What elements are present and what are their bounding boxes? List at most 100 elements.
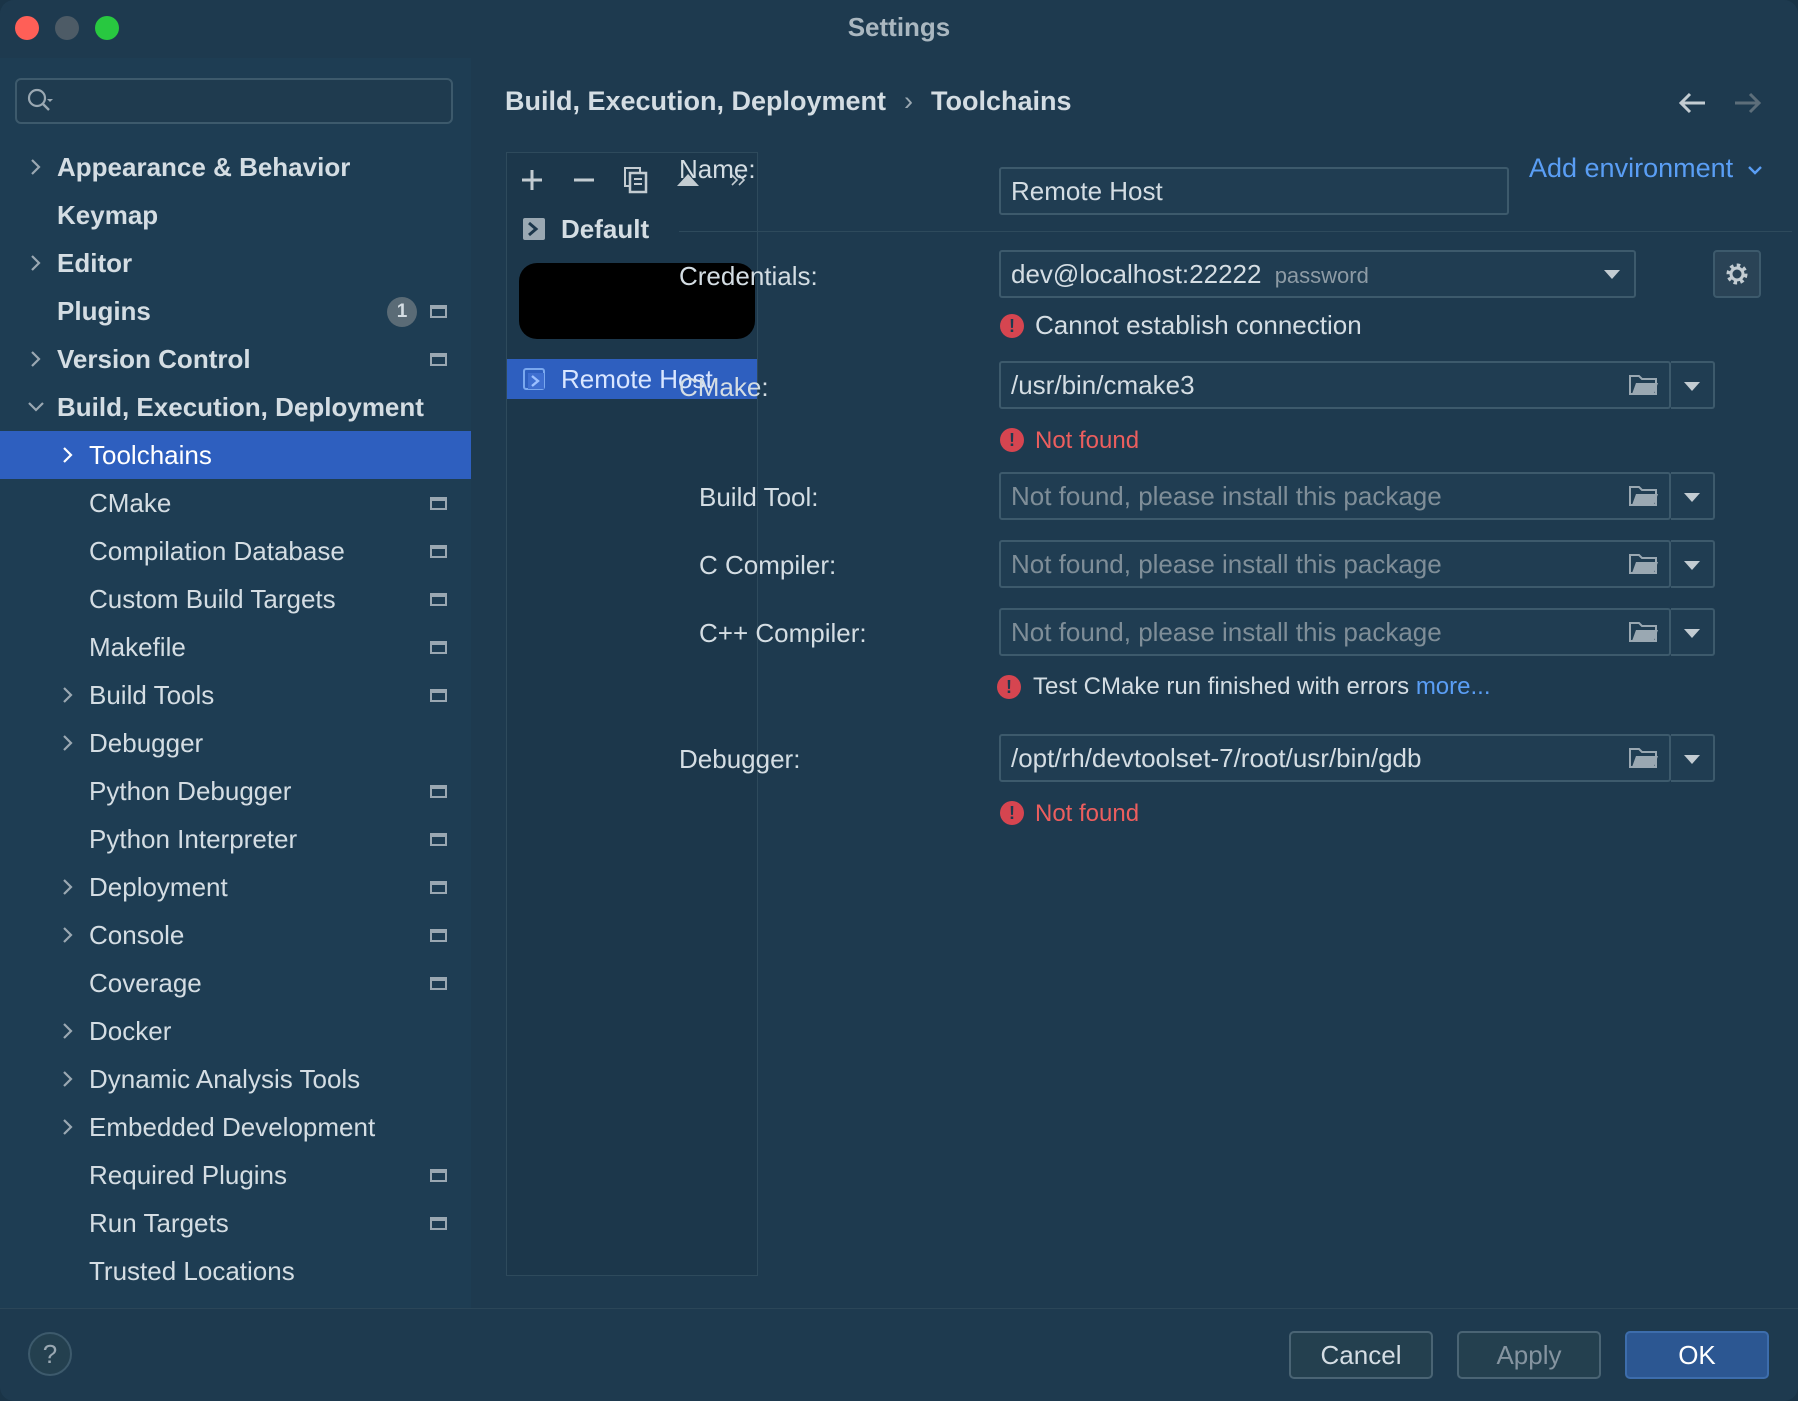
cmake-dropdown-button[interactable] (1671, 361, 1715, 409)
sidebar-item-label: Python Debugger (89, 776, 292, 806)
project-level-icon (430, 689, 447, 702)
sidebar-item-label: Compilation Database (89, 536, 345, 566)
chevron-right-icon[interactable] (56, 731, 80, 755)
add-environment-dropdown[interactable]: Add environment (1529, 153, 1763, 184)
search-input[interactable] (15, 78, 453, 124)
chevron-right-icon[interactable] (24, 347, 48, 371)
sidebar-item-dynamic-analysis-tools[interactable]: Dynamic Analysis Tools (0, 1055, 471, 1103)
sidebar-item-plugins[interactable]: Plugins 1 (0, 287, 471, 335)
sidebar-item-build-execution-deployment[interactable]: Build, Execution, Deployment (0, 383, 471, 431)
sidebar-item-makefile[interactable]: Makefile (0, 623, 471, 671)
sidebar-item-label: Build, Execution, Deployment (57, 392, 424, 422)
sidebar-item-python-debugger[interactable]: Python Debugger (0, 767, 471, 815)
cmake-path-input[interactable]: /usr/bin/cmake3 (999, 361, 1671, 409)
build-tool-input[interactable]: Not found, please install this package (999, 472, 1671, 520)
chevron-right-icon[interactable] (56, 875, 80, 899)
sidebar-item-python-interpreter[interactable]: Python Interpreter (0, 815, 471, 863)
ok-button[interactable]: OK (1625, 1331, 1769, 1379)
folder-icon[interactable] (1629, 746, 1659, 770)
toolchain-item-default[interactable]: Default (507, 209, 757, 249)
settings-sidebar: Appearance & Behavior Keymap Editor Plugins… (0, 58, 471, 1308)
cancel-button[interactable]: Cancel (1289, 1331, 1433, 1379)
sidebar-item-toolchains[interactable]: Toolchains (0, 431, 471, 479)
sidebar-item-label: Dynamic Analysis Tools (89, 1064, 361, 1094)
sidebar-item-label: Run Targets (89, 1208, 229, 1238)
c-compiler-dropdown-button[interactable] (1671, 540, 1715, 588)
sidebar-item-trusted-locations[interactable]: Trusted Locations (0, 1247, 471, 1295)
chevron-right-icon[interactable] (56, 1115, 80, 1139)
breadcrumb-parent[interactable]: Build, Execution, Deployment (505, 86, 886, 116)
sidebar-item-version-control[interactable]: Version Control (0, 335, 471, 383)
name-input[interactable]: Remote Host (999, 167, 1509, 215)
cpp-compiler-dropdown-button[interactable] (1671, 608, 1715, 656)
sidebar-item-debugger[interactable]: Debugger (0, 719, 471, 767)
sidebar-item-embedded-development[interactable]: Embedded Development (0, 1103, 471, 1151)
project-level-icon (430, 929, 447, 942)
remove-icon[interactable] (569, 165, 599, 195)
chevron-right-icon[interactable] (24, 155, 48, 179)
project-level-icon (430, 977, 447, 990)
debugger-path-input[interactable]: /opt/rh/devtoolset-7/root/usr/bin/gdb (999, 734, 1671, 782)
sidebar-item-label: Console (89, 920, 185, 950)
sidebar-item-coverage[interactable]: Coverage (0, 959, 471, 1007)
credentials-settings-button[interactable] (1713, 250, 1761, 298)
chevron-down-icon[interactable] (24, 395, 48, 419)
project-level-icon (430, 641, 447, 654)
error-icon: ! (1000, 314, 1024, 338)
c-compiler-input[interactable]: Not found, please install this package (999, 540, 1671, 588)
apply-button[interactable]: Apply (1457, 1331, 1601, 1379)
sidebar-item-console[interactable]: Console (0, 911, 471, 959)
copy-icon[interactable] (621, 165, 651, 195)
title-bar: Settings (0, 0, 1798, 58)
sidebar-item-editor[interactable]: Editor (0, 239, 471, 287)
search-icon (27, 88, 53, 111)
chevron-right-icon[interactable] (56, 923, 80, 947)
sidebar-item-run-targets[interactable]: Run Targets (0, 1199, 471, 1247)
name-divider (679, 231, 1792, 232)
sidebar-item-custom-build-targets[interactable]: Custom Build Targets (0, 575, 471, 623)
sidebar-item-required-plugins[interactable]: Required Plugins (0, 1151, 471, 1199)
c-compiler-label: C Compiler: (699, 550, 837, 580)
credentials-select[interactable]: dev@localhost:22222 password (999, 250, 1636, 298)
sidebar-item-deployment[interactable]: Deployment (0, 863, 471, 911)
credentials-label: Credentials: (679, 261, 818, 291)
sidebar-item-label: Docker (89, 1016, 172, 1046)
more-link[interactable]: more... (1416, 673, 1491, 700)
sidebar-item-build-tools[interactable]: Build Tools (0, 671, 471, 719)
add-icon[interactable] (517, 165, 547, 195)
sidebar-item-label: Deployment (89, 872, 228, 902)
folder-icon[interactable] (1629, 484, 1659, 508)
forward-arrow-icon[interactable] (1731, 88, 1763, 118)
project-level-icon (430, 497, 447, 510)
build-tool-dropdown-button[interactable] (1671, 472, 1715, 520)
dropdown-arrow-icon (1684, 561, 1700, 570)
project-level-icon (430, 1169, 447, 1182)
breadcrumb-separator: › (904, 86, 914, 116)
sidebar-item-label: Required Plugins (89, 1160, 288, 1190)
back-arrow-icon[interactable] (1677, 88, 1709, 118)
sidebar-item-label: Custom Build Targets (89, 584, 336, 614)
chevron-right-icon[interactable] (56, 443, 80, 467)
chevron-right-icon[interactable] (56, 683, 80, 707)
terminal-icon (523, 218, 545, 240)
cmake-error: Not found (1035, 427, 1140, 454)
sidebar-item-appearance-behavior[interactable]: Appearance & Behavior (0, 143, 471, 191)
folder-icon[interactable] (1629, 373, 1659, 397)
chevron-right-icon[interactable] (56, 1067, 80, 1091)
folder-icon[interactable] (1629, 620, 1659, 644)
credentials-auth-type: password (1274, 263, 1369, 288)
debugger-dropdown-button[interactable] (1671, 734, 1715, 782)
help-button[interactable]: ? (28, 1332, 72, 1376)
debugger-label: Debugger: (679, 744, 801, 774)
cpp-compiler-input[interactable]: Not found, please install this package (999, 608, 1671, 656)
folder-icon[interactable] (1629, 552, 1659, 576)
chevron-right-icon[interactable] (24, 251, 48, 275)
sidebar-item-keymap[interactable]: Keymap (0, 191, 471, 239)
project-level-icon (430, 1217, 447, 1230)
sidebar-item-compilation-database[interactable]: Compilation Database (0, 527, 471, 575)
sidebar-item-cmake[interactable]: CMake (0, 479, 471, 527)
sidebar-item-label: Keymap (57, 200, 159, 230)
chevron-down-icon (1747, 166, 1762, 175)
sidebar-item-docker[interactable]: Docker (0, 1007, 471, 1055)
chevron-right-icon[interactable] (56, 1019, 80, 1043)
